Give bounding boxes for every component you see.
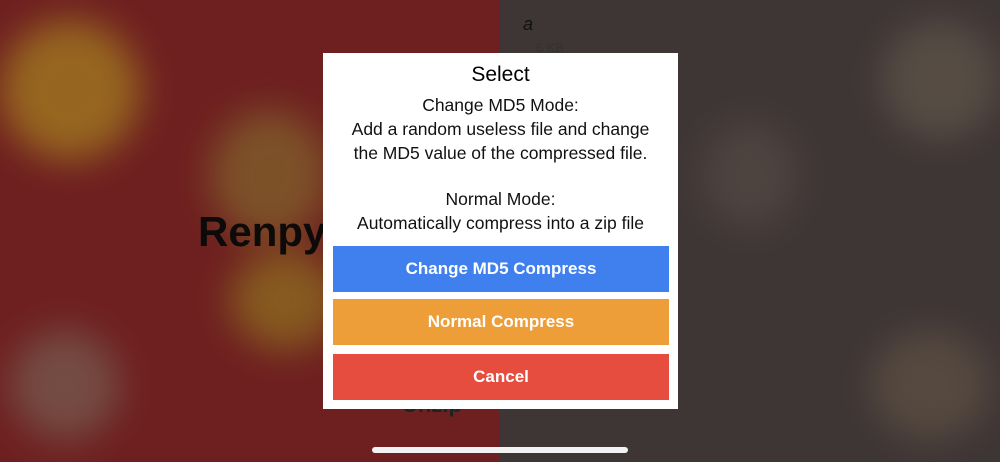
message-line: the MD5 value of the compressed file. — [353, 143, 648, 163]
home-indicator[interactable] — [372, 447, 628, 453]
message-line: Add a random useless file and change — [351, 119, 650, 139]
dialog-title: Select — [471, 63, 530, 86]
change-md5-compress-button[interactable]: Change MD5 Compress — [333, 246, 669, 292]
background-sticker-image — [10, 330, 120, 440]
normal-compress-button[interactable]: Normal Compress — [333, 299, 669, 345]
background-sticker-image — [0, 20, 140, 160]
select-dialog: Select Change MD5 Mode: Add a random use… — [323, 53, 678, 409]
message-line: Automatically compress into a zip file — [357, 213, 644, 233]
background-sticker-image — [700, 120, 800, 230]
background-file-name[interactable]: a — [523, 14, 533, 35]
background-sticker-image — [880, 20, 1000, 140]
background-app-title: Renpy — [198, 208, 327, 255]
dialog-message: Change MD5 Mode: Add a random useless fi… — [323, 93, 678, 235]
background-sticker-image — [870, 330, 990, 440]
message-line: Change MD5 Mode: — [422, 95, 579, 115]
cancel-button[interactable]: Cancel — [333, 354, 669, 400]
message-line: Normal Mode: — [445, 189, 556, 209]
